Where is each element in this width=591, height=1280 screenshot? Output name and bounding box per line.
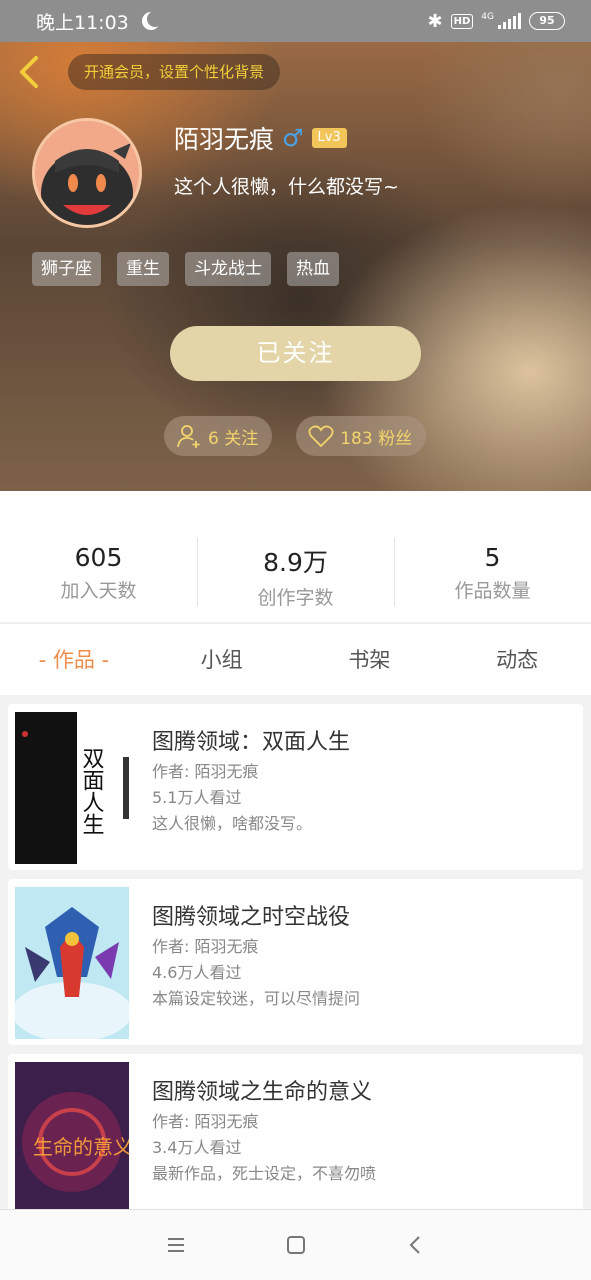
status-bar: 晚上11:03 ✱ HD 4G 95 [0, 0, 591, 42]
tab-bookshelf[interactable]: 书架 [296, 624, 444, 695]
stat-label: 创作字数 [257, 587, 334, 609]
cover-title: 生命的意义 [33, 1135, 129, 1159]
following-count: 6 关注 [208, 428, 259, 449]
back-arrow-icon[interactable] [14, 54, 44, 90]
work-card[interactable]: 图腾领域之时空战役 作者: 陌羽无痕 4.6万人看过 本篇设定较迷，可以尽情提问 [8, 879, 583, 1045]
stat-value: 605 [74, 543, 123, 572]
stat-value: 8.9万 [263, 548, 328, 577]
work-desc: 本篇设定较迷，可以尽情提问 [152, 989, 361, 1008]
tag[interactable]: 斗龙战士 [185, 252, 271, 286]
network-label: 4G [481, 11, 494, 22]
work-info: 图腾领域：双面人生 作者: 陌羽无痕 5.1万人看过 这人很懒，啥都没写。 [152, 712, 350, 862]
followed-button[interactable]: 已关注 [170, 326, 421, 381]
work-views: 4.6万人看过 [152, 963, 242, 982]
work-author: 作者: 陌羽无痕 [152, 762, 259, 781]
book-cover: 双面人生 [15, 712, 129, 864]
work-title[interactable]: 图腾领域：双面人生 [152, 724, 350, 756]
signal-icon [498, 13, 521, 29]
stats-bar: 605 加入天数 8.9万 创作字数 5 作品数量 [0, 491, 591, 622]
tag[interactable]: 热血 [287, 252, 339, 286]
work-info: 图腾领域之时空战役 作者: 陌羽无痕 4.6万人看过 本篇设定较迷，可以尽情提问 [152, 887, 360, 1037]
bio: 这个人很懒，什么都没写~ [174, 176, 399, 198]
work-views: 5.1万人看过 [152, 788, 242, 807]
tag-list: 狮子座 重生 斗龙战士 热血 [32, 252, 339, 286]
tag[interactable]: 狮子座 [32, 252, 101, 286]
stat-value: 5 [484, 543, 501, 572]
tag[interactable]: 重生 [117, 252, 169, 286]
level-badge: Lv3 [311, 128, 347, 148]
tab-works[interactable]: - 作品 - [0, 624, 148, 695]
work-author: 作者: 陌羽无痕 [152, 1112, 259, 1131]
work-author: 作者: 陌羽无痕 [152, 937, 259, 956]
work-info: 图腾领域之生命的意义 作者: 陌羽无痕 3.4万人看过 最新作品，死士设定，不喜… [152, 1062, 376, 1212]
work-card[interactable]: 双面人生 图腾领域：双面人生 作者: 陌羽无痕 5.1万人看过 这人很懒，啥都没… [8, 704, 583, 870]
fans-button[interactable]: 183 粉丝 [296, 416, 427, 456]
book-cover [15, 887, 129, 1039]
work-card[interactable]: 生命的意义 图腾领域之生命的意义 作者: 陌羽无痕 3.4万人看过 最新作品，死… [8, 1054, 583, 1220]
vip-background-banner[interactable]: 开通会员，设置个性化背景 [68, 54, 281, 90]
stat-words: 8.9万 创作字数 [197, 491, 394, 622]
menu-icon[interactable] [165, 1234, 187, 1256]
username: 陌羽无痕 [174, 125, 275, 154]
cover-title: 双面人生 [79, 747, 105, 835]
status-icons: ✱ HD 4G 95 [428, 11, 565, 32]
username-row: 陌羽无痕 ♂ Lv3 [174, 120, 347, 156]
works-list: 双面人生 图腾领域：双面人生 作者: 陌羽无痕 5.1万人看过 这人很懒，啥都没… [8, 704, 583, 1229]
tab-activity[interactable]: 动态 [443, 624, 591, 695]
battery-icon: 95 [529, 12, 565, 30]
work-desc: 这人很懒，啥都没写。 [152, 814, 313, 833]
male-icon: ♂ [282, 124, 304, 152]
book-cover: 生命的意义 [15, 1062, 129, 1214]
fans-count: 183 粉丝 [340, 428, 413, 449]
avatar-ninja-icon [35, 121, 139, 225]
hd-badge: HD [450, 13, 474, 29]
work-title[interactable]: 图腾领域之时空战役 [152, 899, 360, 931]
home-icon[interactable] [285, 1234, 307, 1256]
profile-header: 开通会员，设置个性化背景 陌羽无痕 ♂ Lv3 这个人很懒，什么都没写~ 狮子座… [0, 42, 591, 491]
stat-label: 加入天数 [60, 580, 137, 602]
stat-days: 605 加入天数 [0, 491, 197, 622]
tab-groups[interactable]: 小组 [148, 624, 296, 695]
system-nav-bar [0, 1209, 591, 1280]
work-title[interactable]: 图腾领域之生命的意义 [152, 1074, 376, 1106]
social-counts: 6 关注 183 粉丝 [164, 416, 427, 456]
stat-works: 5 作品数量 [394, 491, 591, 622]
stat-label: 作品数量 [454, 580, 531, 602]
heart-icon [308, 425, 334, 448]
moon-icon [147, 11, 163, 27]
bluetooth-icon: ✱ [427, 10, 443, 32]
tab-bar: - 作品 - 小组 书架 动态 [0, 623, 591, 695]
status-time: 晚上11:03 [36, 11, 129, 34]
following-button[interactable]: 6 关注 [164, 416, 273, 456]
nav-back-icon[interactable] [405, 1234, 427, 1256]
work-views: 3.4万人看过 [152, 1138, 242, 1157]
work-desc: 最新作品，死士设定，不喜勿喷 [152, 1164, 377, 1183]
person-add-icon [177, 425, 200, 448]
avatar[interactable] [32, 118, 142, 228]
